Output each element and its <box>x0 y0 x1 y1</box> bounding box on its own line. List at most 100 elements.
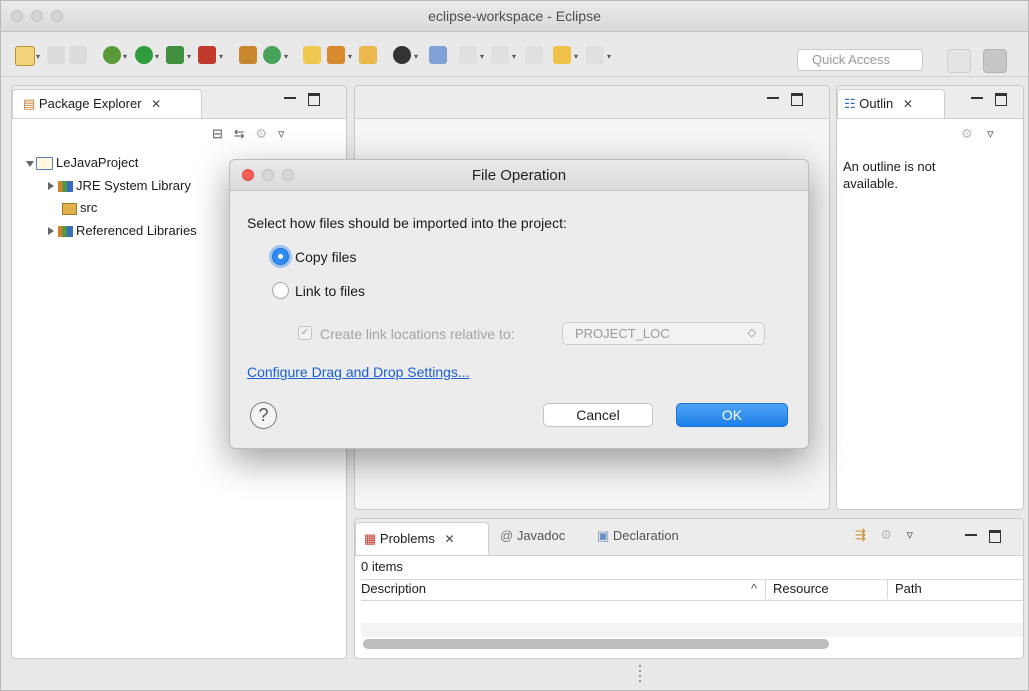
outline-icon: ☷ <box>844 96 856 111</box>
horizontal-scrollbar[interactable] <box>363 639 829 649</box>
collapsed-arrow-icon[interactable] <box>48 182 54 190</box>
new-java-package-icon[interactable] <box>239 46 257 64</box>
link-with-editor-icon[interactable]: ⇆ <box>234 126 245 141</box>
chevron-down-icon[interactable]: ▾ <box>123 52 127 61</box>
link-to-files-label[interactable]: Link to files <box>295 283 365 299</box>
chevron-down-icon[interactable]: ▾ <box>36 52 40 61</box>
cancel-button[interactable]: Cancel <box>543 403 653 427</box>
save-all-icon[interactable] <box>69 46 87 64</box>
run-coverage-icon[interactable] <box>166 46 184 64</box>
focus-icon[interactable]: ⇶ <box>855 527 866 542</box>
file-operation-dialog: File Operation Select how files should b… <box>229 159 809 449</box>
maximize-icon[interactable] <box>308 93 320 107</box>
relative-variable-select[interactable]: PROJECT_LOC ◇ <box>562 322 765 345</box>
package-explorer-view-toolbar: ⊟ ⇆ ⚙ ▿ <box>212 126 285 142</box>
collapse-all-icon[interactable]: ⊟ <box>212 126 223 141</box>
source-folder-icon <box>62 202 77 215</box>
external-tools-icon[interactable] <box>198 46 216 64</box>
tree-item-label: Referenced Libraries <box>76 223 197 238</box>
chevron-down-icon[interactable]: ▾ <box>607 52 611 61</box>
problems-panel: ▦ Problems ✕ @ Javadoc ▣ Declaration ⇶ ⚙… <box>354 518 1024 659</box>
sort-ascending-icon[interactable]: ^ <box>751 580 757 598</box>
status-bar-grip[interactable] <box>639 665 641 683</box>
expanded-arrow-icon[interactable] <box>26 160 34 167</box>
column-path[interactable]: Path <box>895 580 922 598</box>
configure-drag-drop-link[interactable]: Configure Drag and Drop Settings... <box>247 364 470 380</box>
filters-icon[interactable]: ⚙ <box>961 126 973 141</box>
tree-item-src[interactable]: src <box>62 197 97 219</box>
tree-item-referenced-libraries[interactable]: Referenced Libraries <box>48 220 197 242</box>
tab-package-explorer[interactable]: ▤ Package Explorer ✕ <box>12 89 202 118</box>
back-arrow-icon[interactable] <box>553 46 571 64</box>
chevron-down-icon[interactable]: ▾ <box>219 52 223 61</box>
main-toolbar: ▾ ▾ ▾ ▾ ▾ ▾ ▾ ▾ ▾ ▾ ▾ ▾ Quick Access <box>1 32 1028 77</box>
declaration-icon: ▣ <box>597 528 610 543</box>
run-icon[interactable] <box>135 46 153 64</box>
new-file-icon[interactable] <box>15 46 35 66</box>
copy-files-label[interactable]: Copy files <box>295 249 356 265</box>
java-perspective-icon[interactable] <box>983 49 1007 73</box>
collapsed-arrow-icon[interactable] <box>48 227 54 235</box>
tab-problems[interactable]: ▦ Problems ✕ <box>355 522 489 555</box>
minimize-icon[interactable] <box>284 96 296 99</box>
new-java-class-icon[interactable] <box>263 46 281 64</box>
copy-files-radio[interactable] <box>272 248 289 265</box>
save-icon[interactable] <box>47 46 65 64</box>
close-icon[interactable]: ✕ <box>151 97 161 111</box>
radio-dot <box>278 254 283 259</box>
maximize-icon[interactable] <box>995 93 1007 107</box>
column-resource[interactable]: Resource <box>773 580 829 598</box>
view-menu-icon[interactable]: ▿ <box>278 126 285 141</box>
filters-icon[interactable]: ⚙ <box>256 126 268 141</box>
maximize-icon[interactable] <box>791 93 803 107</box>
minimize-icon[interactable] <box>965 533 977 536</box>
debug-icon[interactable] <box>103 46 121 64</box>
tab-declaration[interactable]: ▣ Declaration <box>597 528 679 544</box>
help-icon[interactable]: ? <box>250 402 277 429</box>
search-icon[interactable] <box>327 46 345 64</box>
column-description[interactable]: Description <box>361 580 426 598</box>
quick-access-input[interactable]: Quick Access <box>797 49 923 71</box>
tab-label: Outlin <box>859 96 894 111</box>
filters-icon[interactable]: ⚙ <box>880 527 892 542</box>
minimize-icon[interactable] <box>767 96 779 99</box>
view-menu-icon[interactable]: ▿ <box>906 527 913 542</box>
ok-button[interactable]: OK <box>676 403 788 427</box>
tab-javadoc[interactable]: @ Javadoc <box>500 528 565 543</box>
chevron-down-icon[interactable]: ▾ <box>155 52 159 61</box>
table-row <box>361 623 1023 637</box>
forward-arrow-icon[interactable] <box>586 46 604 64</box>
chevron-down-icon[interactable]: ▾ <box>187 52 191 61</box>
open-folder-icon[interactable] <box>359 46 377 64</box>
toggle-mark-occurrences-icon[interactable] <box>429 46 447 64</box>
open-type-icon[interactable] <box>303 46 321 64</box>
tab-outline[interactable]: ☷ Outlin ✕ <box>837 89 945 118</box>
open-perspective-icon[interactable] <box>947 49 971 73</box>
profile-icon[interactable] <box>393 46 411 64</box>
minimize-icon[interactable] <box>971 96 983 99</box>
outline-tabbar: ☷ Outlin ✕ <box>837 86 1023 119</box>
chevron-down-icon[interactable]: ▾ <box>480 52 484 61</box>
relative-checkbox[interactable]: ✓ <box>298 326 312 340</box>
link-to-files-radio[interactable] <box>272 282 289 299</box>
tree-item-jre-library[interactable]: JRE System Library <box>48 175 191 197</box>
chevron-down-icon[interactable]: ▾ <box>414 52 418 61</box>
window-title: eclipse-workspace - Eclipse <box>428 8 601 24</box>
dialog-title-bar: File Operation <box>230 160 808 191</box>
maximize-icon[interactable] <box>989 530 1001 544</box>
last-edit-location-icon[interactable] <box>525 46 543 64</box>
column-divider <box>887 579 888 599</box>
chevron-down-icon[interactable]: ▾ <box>574 52 578 61</box>
next-annotation-icon[interactable] <box>459 46 477 64</box>
view-menu-icon[interactable]: ▿ <box>987 126 994 141</box>
tree-item-project[interactable]: LeJavaProject <box>26 152 138 174</box>
close-icon[interactable]: ✕ <box>444 532 454 546</box>
tab-label: Javadoc <box>516 528 566 543</box>
chevron-down-icon[interactable]: ▾ <box>284 52 288 61</box>
chevron-down-icon[interactable]: ▾ <box>348 52 352 61</box>
editor-tabbar <box>355 86 829 119</box>
eclipse-window: eclipse-workspace - Eclipse ▾ ▾ ▾ ▾ ▾ ▾ … <box>0 0 1029 691</box>
close-icon[interactable]: ✕ <box>903 97 913 111</box>
previous-annotation-icon[interactable] <box>491 46 509 64</box>
chevron-down-icon[interactable]: ▾ <box>512 52 516 61</box>
